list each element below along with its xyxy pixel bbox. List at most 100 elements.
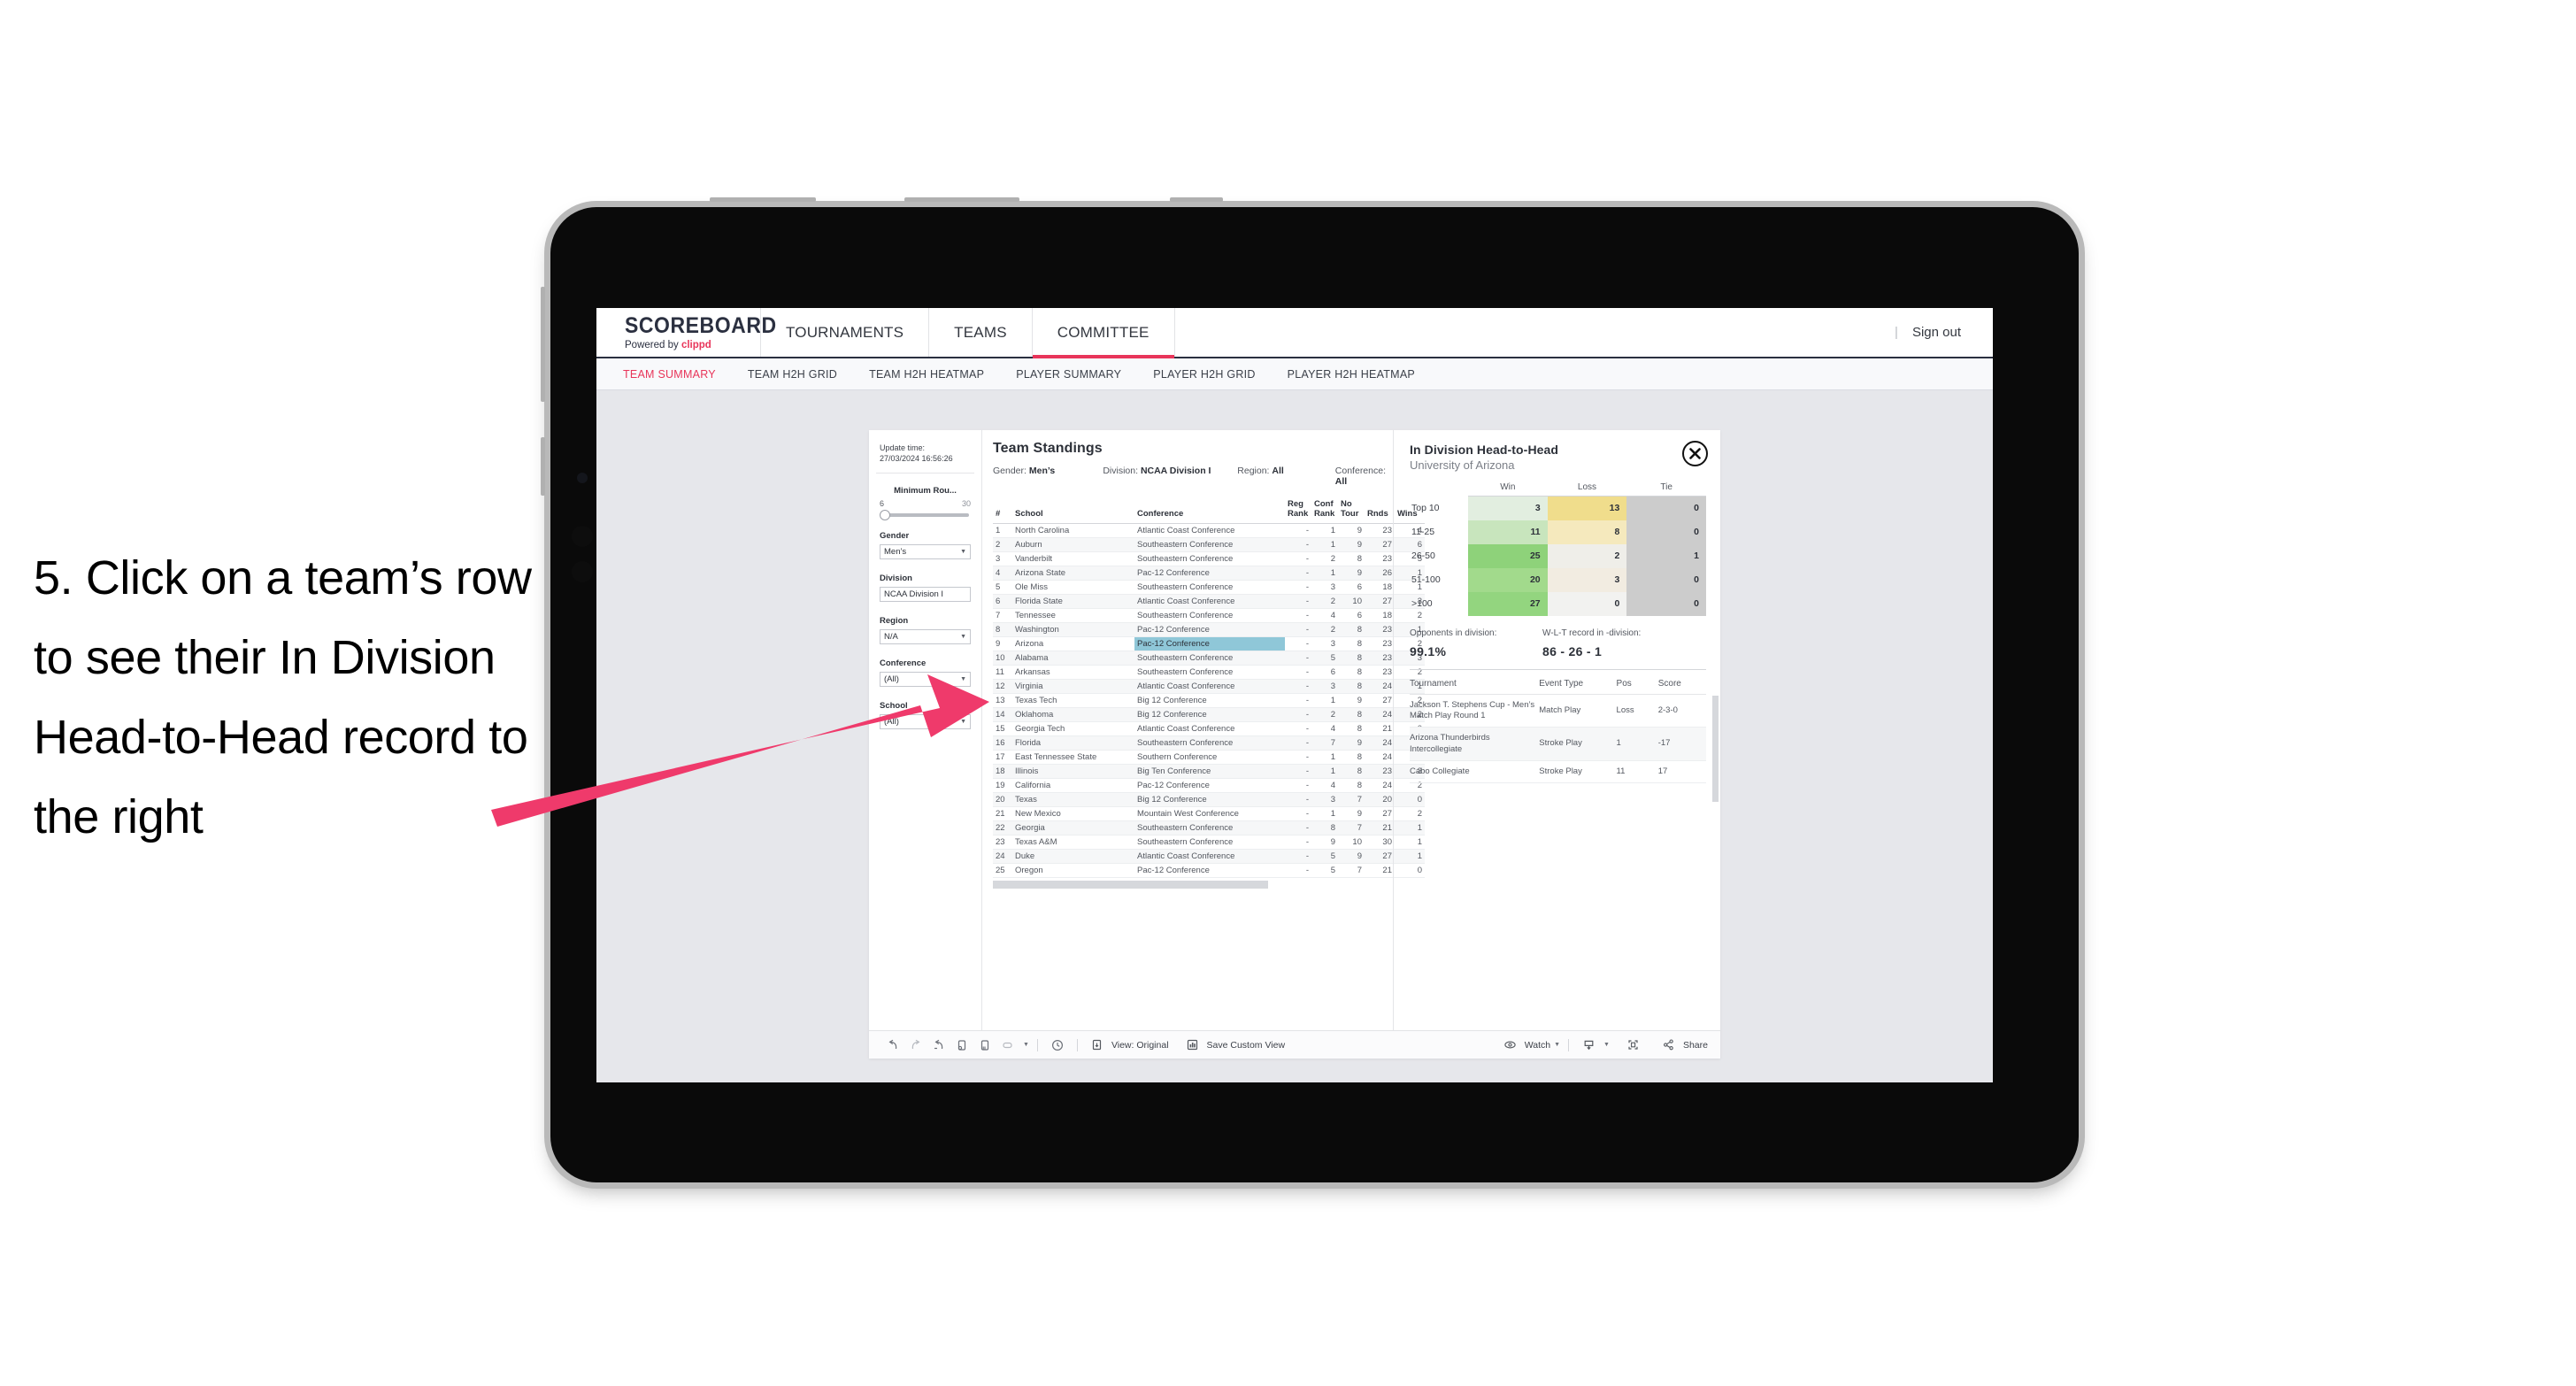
h2h-cell-loss[interactable]: 3 (1547, 567, 1627, 592)
redo-icon[interactable] (904, 1038, 927, 1052)
table-row[interactable]: 19 California Pac-12 Conference -4 8 24 2 (993, 778, 1425, 794)
h2h-cell-tie[interactable]: 0 (1626, 520, 1706, 544)
h2h-cell-win[interactable]: 25 (1468, 543, 1548, 568)
table-row[interactable]: 3 Vanderbilt Southeastern Conference -2 8 23 5 (993, 551, 1425, 567)
table-row[interactable]: 24 Duke Atlantic Coast Conference -5 9 27 1 (993, 849, 1425, 865)
table-row[interactable]: 20 Texas Big 12 Conference -3 7 20 0 (993, 792, 1425, 808)
col-header-score[interactable]: Score (1657, 673, 1706, 695)
detail-vertical-scrollbar[interactable] (1712, 696, 1719, 802)
h2h-cell-tie[interactable]: 1 (1626, 543, 1706, 568)
h2h-cell-loss[interactable]: 2 (1547, 543, 1627, 568)
table-row[interactable]: 5 Ole Miss Southeastern Conference -3 6 18 1 (993, 580, 1425, 596)
update-time-value: 27/03/2024 16:56:26 (880, 454, 953, 464)
table-row[interactable]: 17 East Tennessee State Southern Conferenc… (993, 750, 1425, 766)
table-row[interactable]: 13 Texas Tech Big 12 Conference -1 9 27 2 (993, 693, 1425, 709)
division-select[interactable]: NCAA Division I (880, 587, 971, 603)
filter-divider (876, 473, 974, 474)
close-icon[interactable] (1682, 441, 1708, 466)
col-header-conference[interactable]: Conference (1134, 497, 1285, 525)
pause-updates-icon[interactable] (973, 1038, 996, 1052)
table-row[interactable]: 21 New Mexico Mountain West Conference -1 9 2… (993, 806, 1425, 822)
col-header-no-tour[interactable]: No Tour (1338, 497, 1365, 525)
col-header-tournament[interactable]: Tournament (1410, 673, 1540, 695)
tab-team-h2h-heatmap[interactable]: TEAM H2H HEATMAP (853, 368, 1000, 381)
tab-team-h2h-grid[interactable]: TEAM H2H GRID (732, 368, 853, 381)
table-row[interactable]: 23 Texas A&M Southeastern Conference -9 10 30… (993, 835, 1425, 851)
table-row[interactable]: 1 North Carolina Atlantic Coast Conference… (993, 523, 1425, 539)
col-header-rank[interactable]: # (993, 497, 1012, 525)
watch-button[interactable]: Watch ▼ (1499, 1038, 1560, 1051)
table-row[interactable]: 2 Auburn Southeastern Conference -1 9 27 6 (993, 537, 1425, 553)
undo-icon[interactable] (881, 1038, 904, 1052)
cell-conference: Southeastern Conference (1134, 820, 1285, 836)
table-row[interactable]: 14 Oklahoma Big 12 Conference -2 8 24 2 (993, 707, 1425, 723)
table-row[interactable]: 22 Georgia Southeastern Conference -8 7 21 1 (993, 820, 1425, 836)
h2h-cell-tie[interactable]: 0 (1626, 496, 1706, 520)
nav-item-teams[interactable]: TEAMS (928, 308, 1032, 357)
filter-minimum-rounds: Minimum Rou... 6 30 (869, 486, 981, 521)
col-header-pos[interactable]: Pos (1616, 673, 1658, 695)
tab-player-h2h-grid[interactable]: PLAYER H2H GRID (1137, 368, 1271, 381)
h2h-row-label: Top 10 (1411, 503, 1440, 513)
slider-handle[interactable] (880, 510, 890, 521)
region-select[interactable]: N/A ▼ (880, 629, 971, 645)
h2h-cell-win[interactable]: 27 (1468, 591, 1548, 616)
school-select[interactable]: (All) ▼ (880, 714, 971, 730)
alert-icon[interactable] (1046, 1038, 1069, 1052)
nav-item-tournaments[interactable]: TOURNAMENTS (760, 308, 928, 357)
table-row[interactable]: 12 Virginia Atlantic Coast Conference -3 8 24… (993, 679, 1425, 695)
h2h-cell-loss[interactable]: 8 (1547, 520, 1627, 544)
tab-player-h2h-heatmap[interactable]: PLAYER H2H HEATMAP (1272, 368, 1431, 381)
table-row[interactable]: 10 Alabama Southeastern Conference -5 8 23 3 (993, 651, 1425, 666)
h2h-cell-tie[interactable]: 0 (1626, 591, 1706, 616)
col-header-event-type[interactable]: Event Type (1539, 673, 1617, 695)
horizontal-scrollbar[interactable] (993, 881, 1268, 889)
cell-reg-rank: - (1285, 863, 1311, 879)
cell-conference: Southeastern Conference (1134, 735, 1285, 751)
col-header-reg-rank[interactable]: Reg Rank (1285, 497, 1311, 525)
highlight-icon[interactable]: ▼ (996, 1038, 1029, 1052)
table-row[interactable]: 16FloridaSoutheastern Conference-79244 (993, 735, 1425, 751)
h2h-cell-win[interactable]: 3 (1468, 496, 1548, 520)
tournament-row[interactable]: Cabo Collegiate Stroke Play 11 17 (1410, 760, 1706, 784)
col-header-school[interactable]: School (1012, 497, 1134, 525)
table-row[interactable]: 7 Tennessee Southeastern Conference -4 6 18 2 (993, 608, 1425, 624)
tournament-row[interactable]: Arizona Thunderbirds Intercollegiate Stro… (1410, 727, 1706, 761)
cell-no-tour: 7 (1338, 820, 1365, 836)
table-row[interactable]: 4 Arizona State Pac-12 Conference -1 9 26 1 (993, 566, 1425, 581)
fullscreen-icon[interactable] (1622, 1038, 1645, 1051)
download-icon[interactable]: ▼ (1577, 1038, 1610, 1051)
conference-select[interactable]: (All) ▼ (880, 672, 971, 688)
region-value: N/A (884, 632, 898, 643)
nav-item-committee[interactable]: COMMITTEE (1031, 308, 1175, 358)
revert-icon[interactable] (927, 1038, 950, 1052)
h2h-cell-win[interactable]: 20 (1468, 567, 1548, 592)
table-row[interactable]: 6 Florida State Atlantic Coast Conference -… (993, 594, 1425, 610)
col-header-conf-rank[interactable]: Conf Rank (1311, 497, 1338, 525)
table-row[interactable]: 8 Washington Pac-12 Conference -2 8 23 1 (993, 622, 1425, 638)
view-original-button[interactable]: View: Original (1086, 1038, 1169, 1051)
share-button[interactable]: Share (1657, 1038, 1708, 1051)
cell-pos: 1 (1616, 727, 1658, 761)
gender-select[interactable]: Men’s ▼ (880, 544, 971, 560)
table-row[interactable]: 18 Illinois Big Ten Conference -1 8 23 3 (993, 764, 1425, 780)
tournament-row[interactable]: Jackson T. Stephens Cup - Men’s Match Pl… (1410, 694, 1706, 728)
tab-team-summary[interactable]: TEAM SUMMARY (623, 368, 732, 381)
table-row[interactable]: 9 Arizona Pac-12 Conference -3 8 23 2 (993, 636, 1425, 652)
h2h-cell-loss[interactable]: 0 (1547, 591, 1627, 616)
table-row[interactable]: 15 Georgia Tech Atlantic Coast Conference -… (993, 721, 1425, 737)
cell-conf-rank: 2 (1311, 594, 1338, 610)
h2h-cell-win[interactable]: 11 (1468, 520, 1548, 544)
refresh-data-icon[interactable] (950, 1038, 973, 1052)
h2h-cell-loss[interactable]: 13 (1547, 496, 1627, 520)
col-header-rnds[interactable]: Rnds (1365, 497, 1395, 525)
standings-table-body: 1 North Carolina Atlantic Coast Conference… (993, 523, 1425, 879)
table-row[interactable]: 25 Oregon Pac-12 Conference -5 7 21 0 (993, 863, 1425, 879)
app-logo[interactable]: SCOREBOARD Powered by clippd (596, 314, 776, 350)
tab-player-summary[interactable]: PLAYER SUMMARY (1000, 368, 1137, 381)
sign-out-link[interactable]: Sign out (1912, 325, 1961, 340)
minimum-rounds-slider[interactable] (880, 510, 969, 521)
h2h-cell-tie[interactable]: 0 (1626, 567, 1706, 592)
table-row[interactable]: 11 Arkansas Southeastern Conference -6 8 23 2 (993, 665, 1425, 681)
save-custom-view-button[interactable]: Save Custom View (1181, 1038, 1285, 1051)
